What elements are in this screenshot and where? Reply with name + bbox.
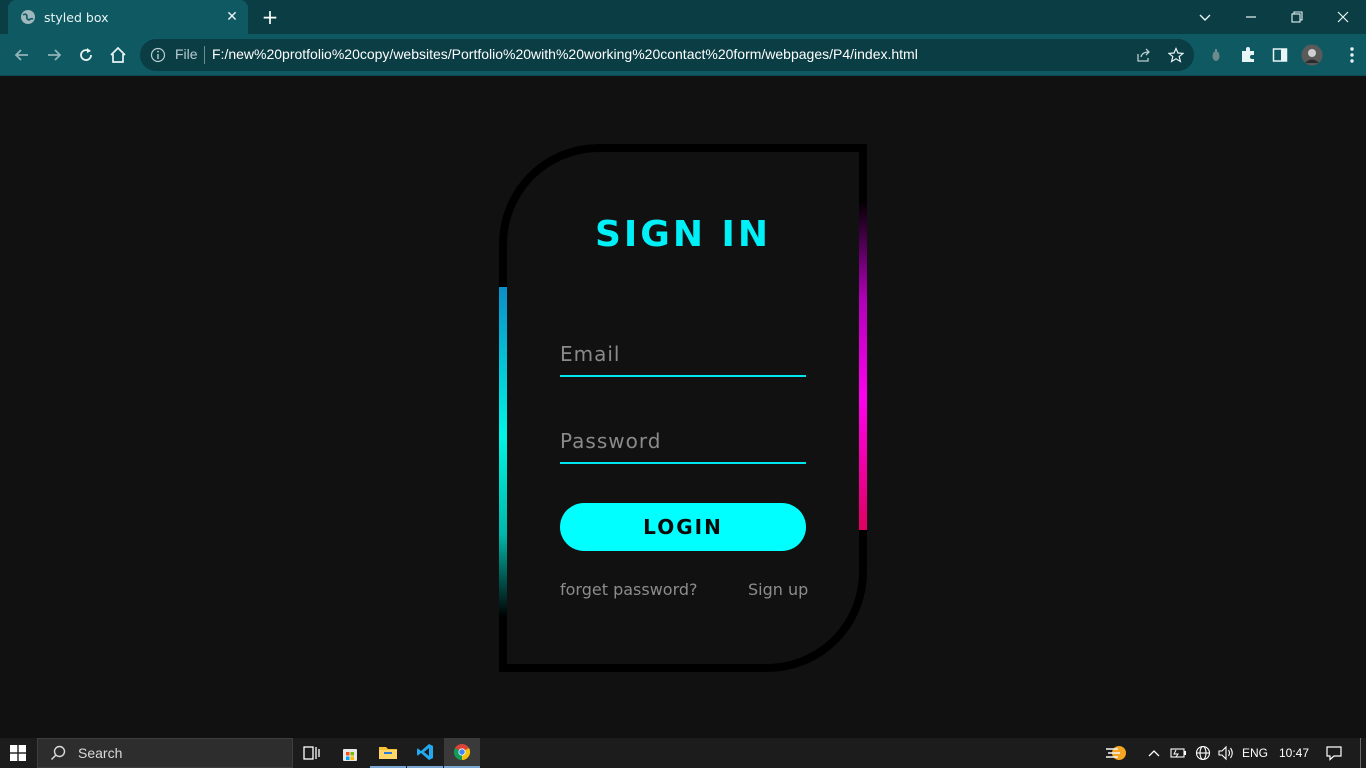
side-panel-icon[interactable]: [1268, 43, 1292, 67]
browser-tab[interactable]: styled box ✕: [8, 0, 248, 34]
reload-icon[interactable]: [74, 43, 98, 67]
search-icon: [50, 745, 66, 761]
password-field[interactable]: [560, 420, 806, 464]
magenta-glow-bar: [859, 200, 867, 530]
signin-title: SIGN IN: [594, 214, 772, 255]
profile-avatar[interactable]: [1300, 43, 1324, 67]
omnibox-divider: [204, 46, 205, 64]
bookmark-star-icon[interactable]: [1164, 43, 1188, 67]
extension-icon[interactable]: [1204, 43, 1228, 67]
email-field[interactable]: [560, 333, 806, 377]
cyan-glow-bar: [499, 287, 507, 617]
weather-widget-icon[interactable]: [1100, 738, 1134, 768]
minimize-button[interactable]: [1228, 0, 1274, 34]
language-indicator[interactable]: ENG: [1240, 738, 1270, 768]
address-bar[interactable]: File F:/new%20protfolio%20copy/websites/…: [140, 39, 1194, 71]
new-tab-button[interactable]: +: [258, 6, 282, 30]
home-icon[interactable]: [106, 43, 130, 67]
globe-icon: [21, 10, 35, 24]
search-label: Search: [78, 745, 123, 761]
file-explorer-icon[interactable]: [370, 738, 406, 768]
signup-link[interactable]: Sign up: [748, 580, 808, 599]
forward-arrow-icon[interactable]: [42, 43, 66, 67]
chrome-icon[interactable]: [444, 738, 480, 768]
extensions-puzzle-icon[interactable]: [1236, 43, 1260, 67]
tab-title: styled box: [44, 9, 109, 25]
info-icon[interactable]: [150, 47, 166, 63]
restore-button[interactable]: [1274, 0, 1320, 34]
forget-password-link[interactable]: forget password?: [560, 580, 698, 599]
close-window-button[interactable]: [1320, 0, 1366, 34]
menu-kebab-icon[interactable]: [1340, 43, 1364, 67]
volume-icon[interactable]: [1215, 738, 1237, 768]
scheme-label: File: [175, 46, 198, 62]
tab-search-icon[interactable]: [1182, 0, 1228, 34]
store-icon[interactable]: [332, 738, 368, 768]
url-text[interactable]: F:/new%20protfolio%20copy/websites/Portf…: [212, 46, 918, 62]
network-globe-icon[interactable]: [1192, 738, 1214, 768]
show-desktop-button[interactable]: [1360, 738, 1366, 768]
share-icon[interactable]: [1132, 43, 1156, 67]
task-view-icon[interactable]: [294, 738, 330, 768]
taskbar-search[interactable]: Search: [37, 738, 293, 768]
show-hidden-icons-chevron[interactable]: [1144, 738, 1164, 768]
windows-taskbar: Search ENG 10:47: [0, 738, 1366, 768]
windows-start-icon[interactable]: [0, 738, 36, 768]
browser-tab-strip: styled box ✕ +: [0, 0, 1366, 34]
browser-toolbar: File F:/new%20protfolio%20copy/websites/…: [0, 34, 1366, 76]
login-button[interactable]: LOGIN: [560, 503, 806, 551]
battery-icon[interactable]: [1168, 738, 1190, 768]
back-arrow-icon[interactable]: [10, 43, 34, 67]
vscode-icon[interactable]: [407, 738, 443, 768]
clock-time[interactable]: 10:47: [1276, 738, 1312, 768]
notification-icon[interactable]: [1318, 738, 1350, 768]
close-tab-icon[interactable]: ✕: [224, 9, 240, 25]
